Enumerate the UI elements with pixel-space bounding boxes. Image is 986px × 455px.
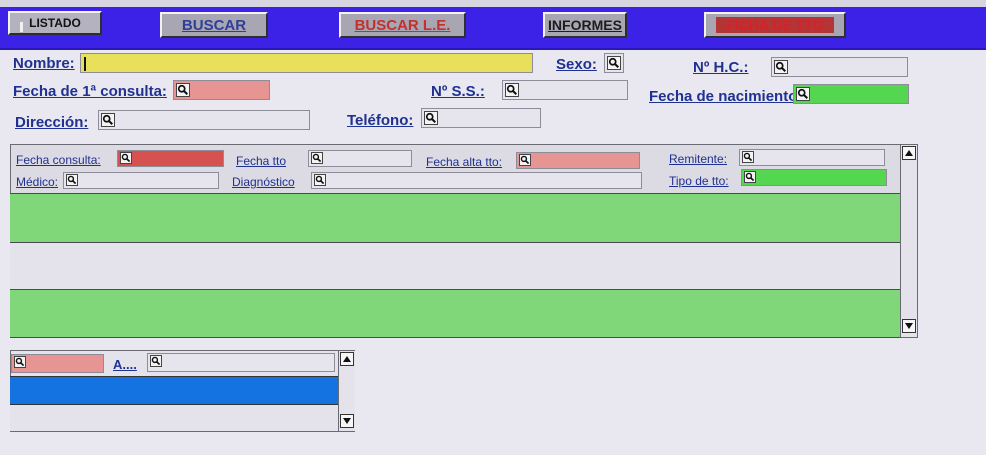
nss-input[interactable]	[502, 80, 628, 100]
search-icon[interactable]	[311, 152, 323, 164]
direccion-label: Dirección:	[15, 114, 89, 131]
search-icon[interactable]	[519, 154, 531, 166]
scroll-up-icon[interactable]	[340, 352, 354, 366]
ficha-tto-button[interactable]: FICHA DE TTO	[704, 12, 846, 38]
search-icon[interactable]	[120, 152, 132, 164]
search-icon[interactable]	[14, 356, 26, 368]
notch-mark	[20, 22, 23, 32]
search-icon[interactable]	[314, 174, 326, 186]
diagnostico-label: Diagnóstico	[232, 175, 295, 189]
a-input[interactable]	[147, 353, 335, 372]
direccion-input[interactable]	[98, 110, 310, 130]
lower-filter-input[interactable]	[11, 354, 104, 373]
nhc-input[interactable]	[771, 57, 908, 77]
listado-button[interactable]: LISTADO	[8, 11, 102, 35]
top-toolbar: LISTADO BUSCAR BUSCAR L.E. INFORMES FICH…	[0, 0, 986, 50]
search-icon[interactable]	[774, 60, 788, 74]
scroll-up-icon[interactable]	[902, 146, 916, 160]
buscar-button[interactable]: BUSCAR	[160, 12, 268, 38]
tipo-tto-input[interactable]	[741, 169, 887, 186]
buscar-label: BUSCAR	[181, 16, 247, 34]
fecha-primera-consulta-input[interactable]	[173, 80, 270, 100]
treatment-row[interactable]	[10, 289, 900, 338]
informes-label: INFORMES	[548, 17, 622, 33]
lower-scrollbar[interactable]	[338, 351, 355, 431]
sexo-input[interactable]	[604, 53, 624, 73]
a-label: A....	[113, 357, 137, 372]
search-icon[interactable]	[505, 83, 519, 97]
fecha-consulta-label: Fecha consulta:	[16, 153, 101, 167]
nss-label: Nº S.S.:	[431, 83, 485, 100]
list-item[interactable]	[10, 405, 338, 431]
buscar-le-label: BUSCAR L.E.	[354, 16, 451, 34]
tipo-tto-label: Tipo de tto:	[669, 174, 729, 188]
telefono-input[interactable]	[421, 108, 541, 128]
search-icon[interactable]	[176, 83, 190, 97]
search-icon[interactable]	[150, 355, 162, 367]
medico-label: Médico:	[16, 175, 59, 189]
fecha-tto-label: Fecha tto	[236, 154, 287, 168]
fecha-alta-input[interactable]	[516, 152, 640, 169]
fecha-tto-input[interactable]	[308, 150, 412, 167]
treatment-row[interactable]	[10, 242, 900, 289]
medico-input[interactable]	[63, 172, 219, 189]
telefono-label: Teléfono:	[347, 112, 414, 129]
fecha-consulta-input[interactable]	[117, 150, 224, 167]
informes-button[interactable]: INFORMES	[543, 12, 627, 38]
search-icon[interactable]	[796, 87, 810, 101]
fecha-nacimiento-label: Fecha de nacimiento:	[649, 88, 803, 105]
nhc-label: Nº H.C.:	[693, 59, 749, 76]
search-icon[interactable]	[101, 113, 115, 127]
ficha-tto-label: FICHA DE TTO	[726, 17, 824, 33]
listado-label: LISTADO	[29, 16, 81, 30]
search-icon[interactable]	[424, 111, 438, 125]
scroll-down-icon[interactable]	[340, 414, 354, 428]
nombre-input[interactable]	[80, 53, 533, 73]
search-icon[interactable]	[744, 171, 756, 183]
diagnostico-input[interactable]	[311, 172, 642, 189]
fecha-nacimiento-input[interactable]	[793, 84, 909, 104]
list-item[interactable]	[10, 376, 338, 405]
sexo-label: Sexo:	[556, 56, 597, 73]
search-icon[interactable]	[66, 174, 78, 186]
fecha-primera-consulta-label: Fecha de 1ª consulta:	[13, 83, 167, 100]
buscar-le-button[interactable]: BUSCAR L.E.	[339, 12, 466, 38]
fecha-alta-label: Fecha alta tto:	[426, 155, 503, 169]
remitente-input[interactable]	[739, 149, 885, 166]
nombre-label: Nombre:	[13, 55, 75, 72]
scroll-down-icon[interactable]	[902, 319, 916, 333]
treatment-scrollbar[interactable]	[900, 145, 917, 337]
text-caret	[84, 57, 86, 71]
search-icon[interactable]	[607, 56, 621, 70]
search-icon[interactable]	[742, 151, 754, 163]
remitente-label: Remitente:	[669, 152, 728, 166]
treatment-row[interactable]	[10, 193, 900, 242]
